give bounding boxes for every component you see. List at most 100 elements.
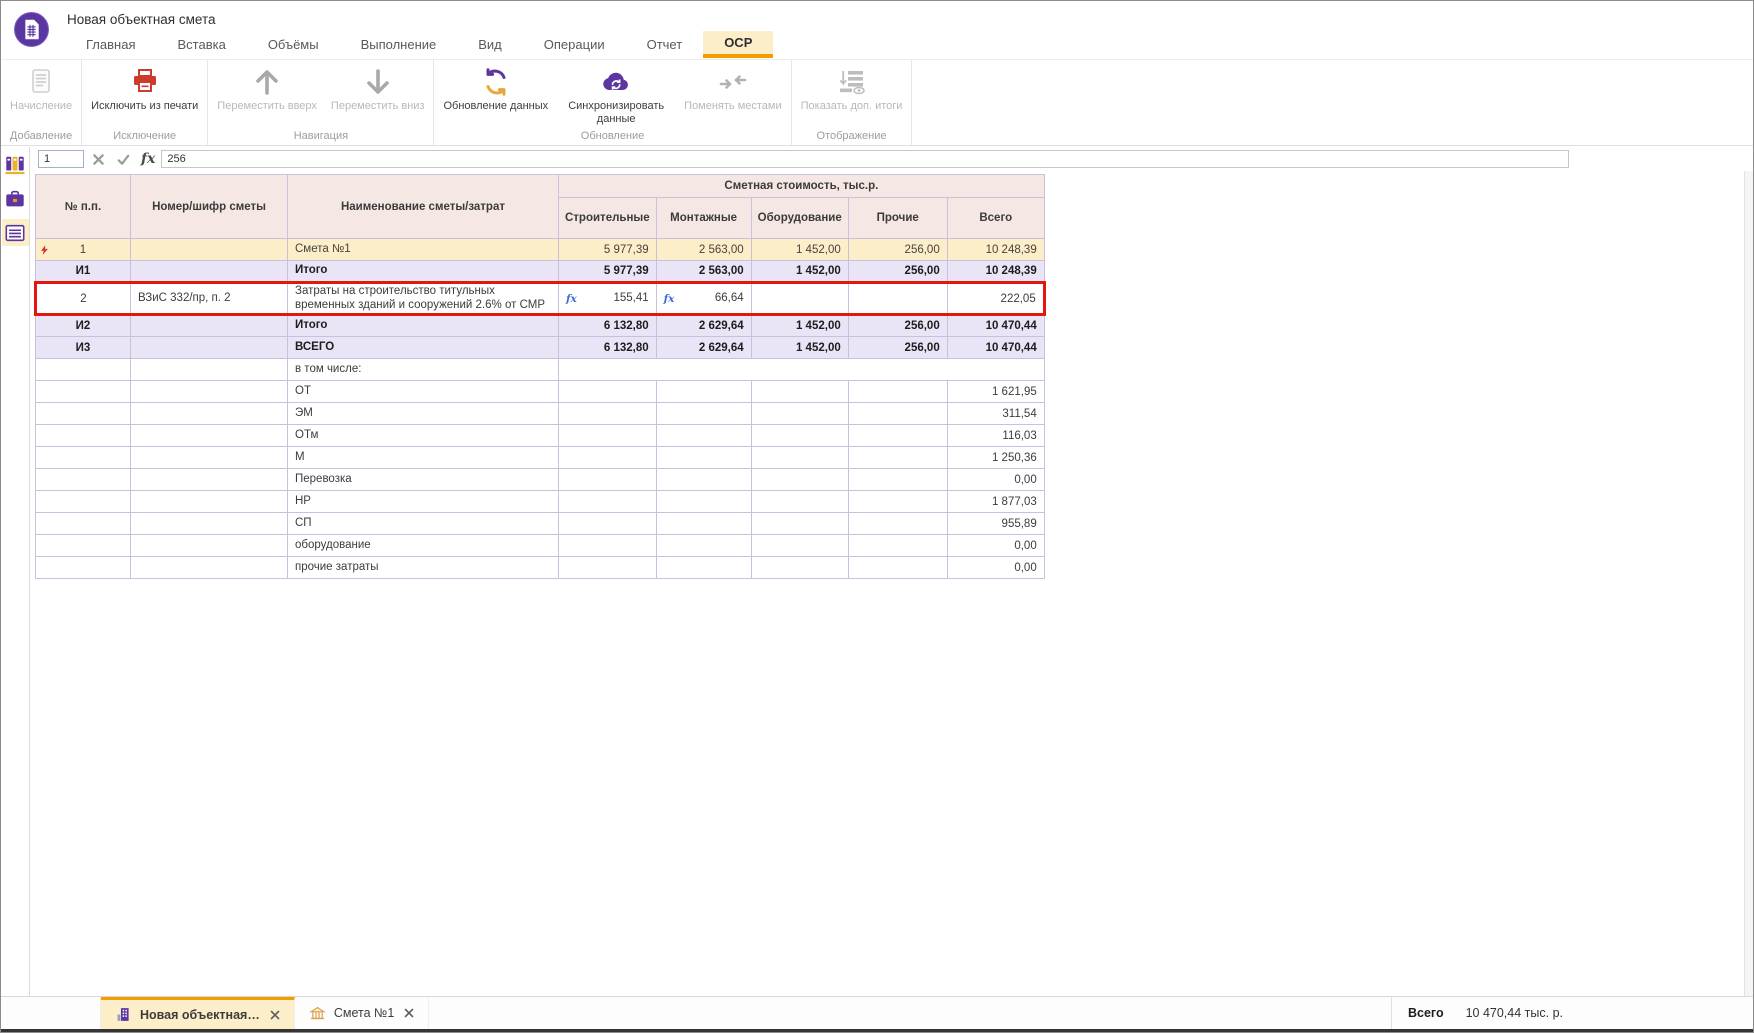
menu-tab-insert[interactable]: Вставка xyxy=(156,31,246,58)
cell-code[interactable] xyxy=(131,261,288,283)
cell-value[interactable]: 10 470,44 xyxy=(947,337,1044,359)
cell-value[interactable] xyxy=(656,513,751,535)
cell-value[interactable]: 1 452,00 xyxy=(751,337,848,359)
cell-value[interactable] xyxy=(559,535,657,557)
cell-num[interactable] xyxy=(36,513,131,535)
cell-name[interactable]: ЭМ xyxy=(288,403,559,425)
cell-value[interactable] xyxy=(848,491,947,513)
vertical-scrollbar[interactable] xyxy=(1744,171,1753,996)
cell-value[interactable] xyxy=(751,513,848,535)
cell-value[interactable]: 0,00 xyxy=(947,557,1044,579)
cell-code[interactable] xyxy=(131,425,288,447)
cell-value[interactable]: 6 132,80 xyxy=(559,315,657,337)
close-icon[interactable] xyxy=(404,1008,414,1018)
cell-value[interactable]: 256,00 xyxy=(848,261,947,283)
cell-code[interactable] xyxy=(131,381,288,403)
cell-num[interactable] xyxy=(36,447,131,469)
cell-value[interactable] xyxy=(751,491,848,513)
cell-value[interactable] xyxy=(751,447,848,469)
cell-value[interactable] xyxy=(656,469,751,491)
menu-tab-home[interactable]: Главная xyxy=(65,31,156,58)
cell-value[interactable]: 1 250,36 xyxy=(947,447,1044,469)
cell-value[interactable]: 6 132,80 xyxy=(559,337,657,359)
refresh-data-button[interactable]: Обновление данных xyxy=(436,60,555,113)
cell-value[interactable]: 1 452,00 xyxy=(751,261,848,283)
cell-value[interactable]: 0,00 xyxy=(947,469,1044,491)
cell-value[interactable] xyxy=(751,425,848,447)
sync-data-button[interactable]: Синхронизировать данные xyxy=(555,60,677,125)
rail-item-estimate-sheet[interactable] xyxy=(2,219,29,246)
cell-num[interactable]: И2 xyxy=(36,315,131,337)
cell-num[interactable] xyxy=(36,469,131,491)
menu-tab-osr[interactable]: ОСР xyxy=(703,31,773,58)
cell-code[interactable] xyxy=(131,513,288,535)
cell-num[interactable] xyxy=(36,425,131,447)
cell-value[interactable]: fx155,41 xyxy=(559,283,657,315)
cell-merged[interactable] xyxy=(559,359,1045,381)
cell-value[interactable]: 2 563,00 xyxy=(656,261,751,283)
cell-value[interactable]: 1 621,95 xyxy=(947,381,1044,403)
doc-tab-object-estimate[interactable]: Новая объектная… xyxy=(101,997,295,1029)
cell-value[interactable]: 256,00 xyxy=(848,337,947,359)
cell-value[interactable] xyxy=(656,535,751,557)
cell-value[interactable] xyxy=(751,557,848,579)
cell-code[interactable]: ВЗиС 332/пр, п. 2 xyxy=(131,283,288,315)
cell-value[interactable] xyxy=(559,469,657,491)
cell-value[interactable] xyxy=(559,557,657,579)
cell-value[interactable]: 116,03 xyxy=(947,425,1044,447)
cell-value[interactable] xyxy=(848,447,947,469)
cell-value[interactable] xyxy=(848,535,947,557)
cell-value[interactable]: 2 629,64 xyxy=(656,337,751,359)
cell-value[interactable]: 222,05 xyxy=(947,283,1044,315)
cell-value[interactable] xyxy=(559,381,657,403)
doc-tab-estimate-1[interactable]: Смета №1 xyxy=(295,997,430,1029)
cell-code[interactable] xyxy=(131,535,288,557)
cell-code[interactable] xyxy=(131,239,288,261)
cell-name[interactable]: Перевозка xyxy=(288,469,559,491)
cell-num[interactable] xyxy=(36,403,131,425)
cell-value[interactable]: 955,89 xyxy=(947,513,1044,535)
cell-value[interactable] xyxy=(751,535,848,557)
cell-value[interactable] xyxy=(848,403,947,425)
menu-tab-operations[interactable]: Операции xyxy=(523,31,626,58)
cell-name[interactable]: Затраты на строительство титульных време… xyxy=(288,283,559,315)
row-reference-input[interactable] xyxy=(38,150,84,168)
cell-name[interactable]: Смета №1 xyxy=(288,239,559,261)
cell-value[interactable] xyxy=(848,513,947,535)
cell-value[interactable] xyxy=(656,403,751,425)
cell-value[interactable]: 1 452,00 xyxy=(751,315,848,337)
cell-value[interactable]: 10 248,39 xyxy=(947,261,1044,283)
cell-value[interactable] xyxy=(848,469,947,491)
cell-value[interactable] xyxy=(656,447,751,469)
cell-value[interactable] xyxy=(751,403,848,425)
cell-name[interactable]: ОТ xyxy=(288,381,559,403)
menu-tab-volumes[interactable]: Объёмы xyxy=(247,31,340,58)
cell-code[interactable] xyxy=(131,403,288,425)
cell-value[interactable] xyxy=(559,425,657,447)
cell-value[interactable]: 10 248,39 xyxy=(947,239,1044,261)
cell-value[interactable] xyxy=(559,491,657,513)
cell-name[interactable]: СП xyxy=(288,513,559,535)
cell-value[interactable]: 1 452,00 xyxy=(751,239,848,261)
cell-name[interactable]: Итого xyxy=(288,261,559,283)
cell-value[interactable]: 256,00 xyxy=(848,315,947,337)
cell-name[interactable]: ВСЕГО xyxy=(288,337,559,359)
cell-value[interactable] xyxy=(751,469,848,491)
cell-code[interactable] xyxy=(131,557,288,579)
cell-value[interactable] xyxy=(559,447,657,469)
menu-tab-view[interactable]: Вид xyxy=(457,31,523,58)
cell-name[interactable]: оборудование xyxy=(288,535,559,557)
menu-tab-report[interactable]: Отчет xyxy=(626,31,704,58)
cell-name[interactable]: в том числе: xyxy=(288,359,559,381)
confirm-icon[interactable] xyxy=(112,149,134,169)
cell-value[interactable]: 5 977,39 xyxy=(559,239,657,261)
close-icon[interactable] xyxy=(270,1010,280,1020)
cell-value[interactable] xyxy=(751,381,848,403)
cell-num[interactable]: 1 xyxy=(36,239,131,261)
cell-value[interactable] xyxy=(848,283,947,315)
cell-code[interactable] xyxy=(131,359,288,381)
cell-value[interactable] xyxy=(559,513,657,535)
exclude-from-print-button[interactable]: Исключить из печати xyxy=(84,60,205,113)
cell-num[interactable] xyxy=(36,535,131,557)
cell-value[interactable] xyxy=(656,557,751,579)
